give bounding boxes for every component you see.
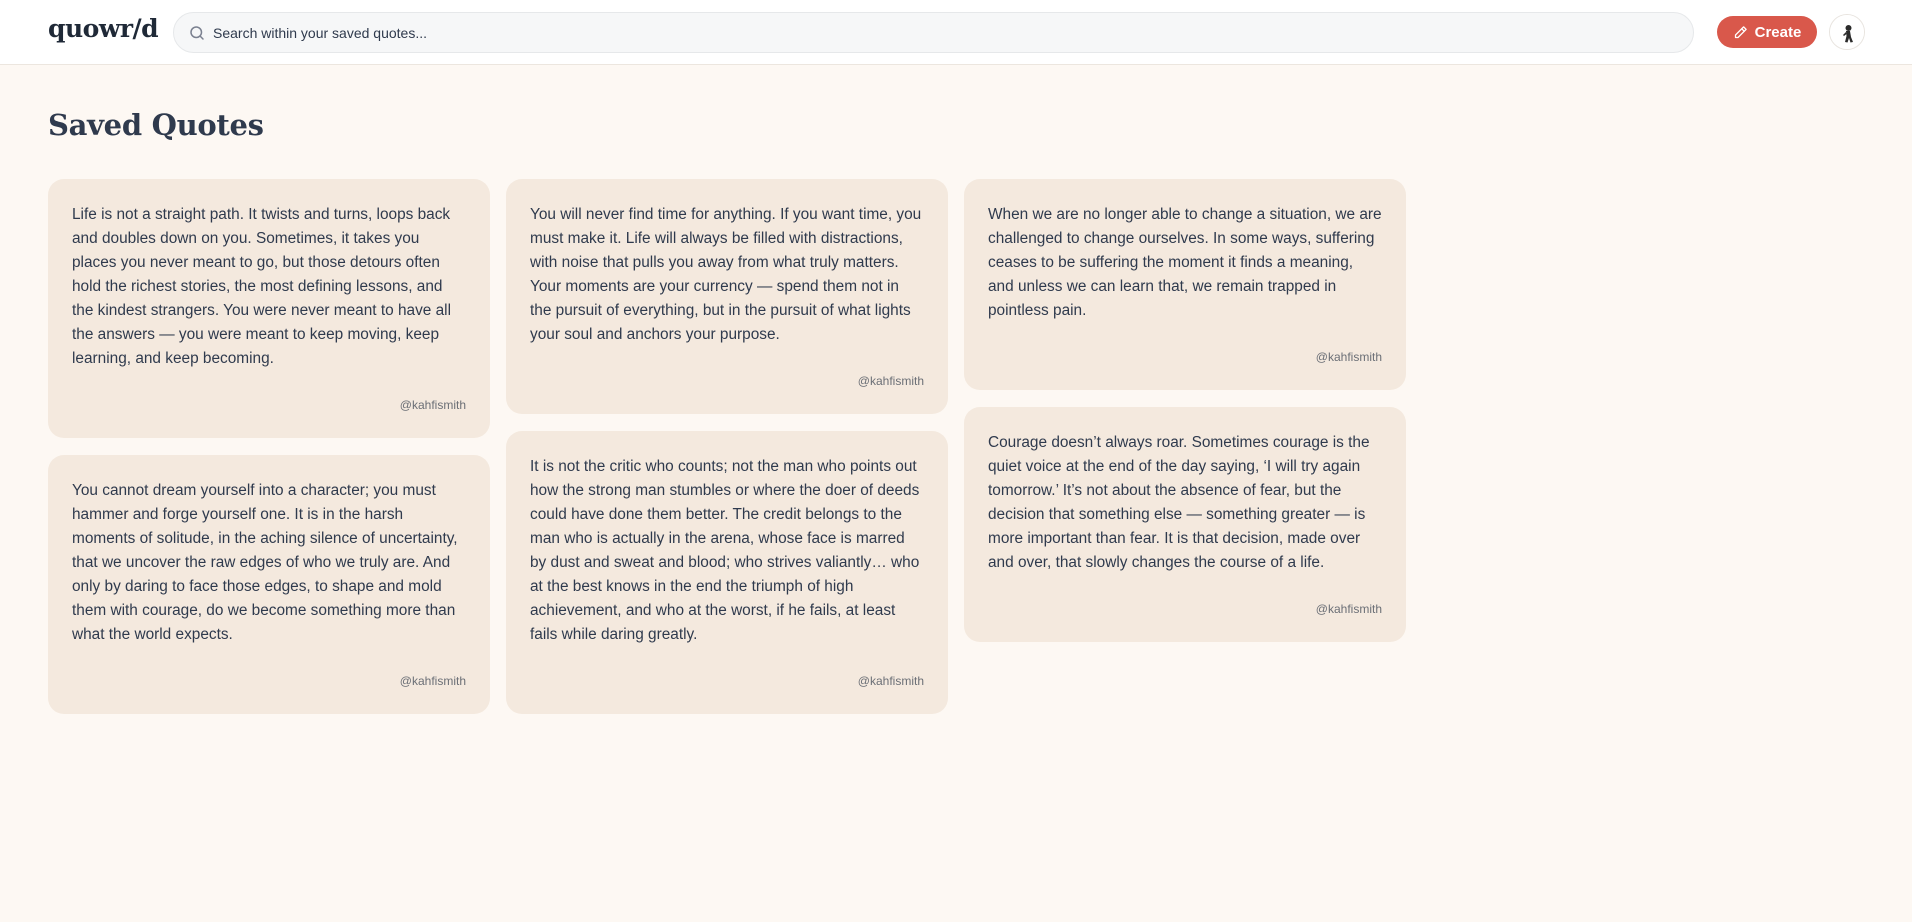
search-input[interactable] [213, 13, 1673, 52]
quote-author[interactable]: @kahfismith [1316, 350, 1382, 364]
quote-author[interactable]: @kahfismith [400, 674, 466, 688]
quote-author[interactable]: @kahfismith [1316, 602, 1382, 616]
quote-text: You will never find time for anything. I… [530, 206, 922, 343]
avatar[interactable] [1829, 14, 1865, 50]
quote-card[interactable]: Life is not a straight path. It twists a… [48, 179, 490, 438]
quote-card[interactable]: You will never find time for anything. I… [506, 179, 948, 414]
quote-card[interactable]: When we are no longer able to change a s… [964, 179, 1406, 390]
create-button[interactable]: Create [1717, 16, 1817, 48]
quote-text: Courage doesn’t always roar. Sometimes c… [988, 434, 1370, 571]
quote-card[interactable]: It is not the critic who counts; not the… [506, 431, 948, 714]
quote-text: When we are no longer able to change a s… [988, 206, 1382, 319]
search-icon [190, 26, 204, 40]
quote-author[interactable]: @kahfismith [858, 374, 924, 388]
top-bar: quowr/d Create [0, 0, 1912, 65]
quote-card[interactable]: Courage doesn’t always roar. Sometimes c… [964, 407, 1406, 642]
quote-text: Life is not a straight path. It twists a… [72, 206, 452, 367]
page-title: Saved Quotes [48, 108, 264, 142]
create-button-label: Create [1754, 23, 1802, 41]
app-logo[interactable]: quowr/d [48, 14, 159, 43]
quote-card[interactable]: You cannot dream yourself into a charact… [48, 455, 490, 714]
search-bar[interactable] [173, 12, 1694, 53]
quote-author[interactable]: @kahfismith [858, 674, 924, 688]
quote-author[interactable]: @kahfismith [400, 398, 466, 412]
pencil-icon [1734, 25, 1747, 38]
quote-text: You cannot dream yourself into a charact… [72, 482, 458, 643]
quote-text: It is not the critic who counts; not the… [530, 458, 920, 643]
user-avatar-icon [1830, 15, 1864, 49]
